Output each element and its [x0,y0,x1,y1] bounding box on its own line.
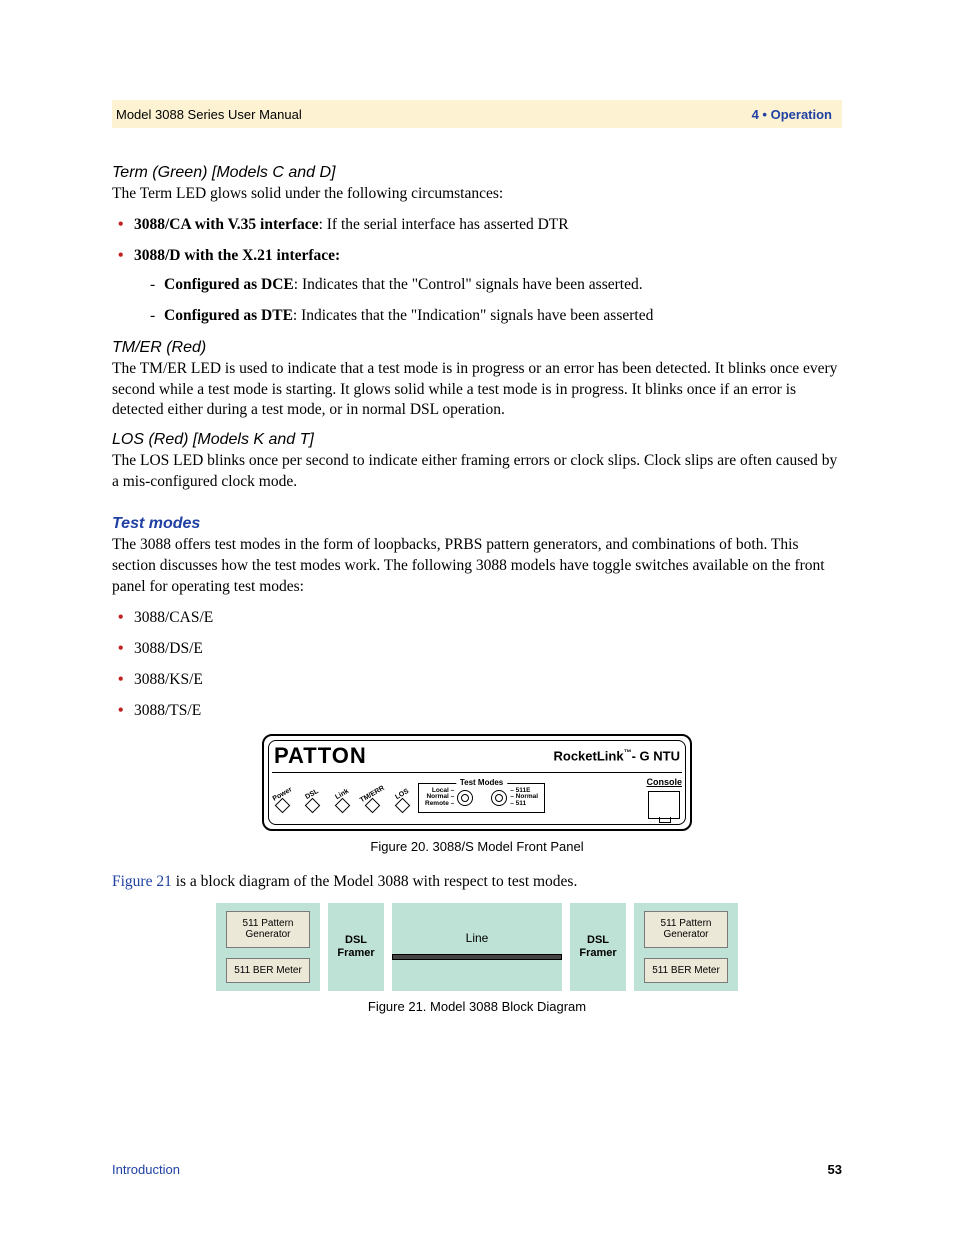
term-b1-bold: 3088/CA with V.35 interface [134,216,319,233]
led-dsl: DSL [302,791,322,811]
term-bullets: 3088/CA with V.35 interface: If the seri… [112,215,842,327]
list-item: 3088/DS/E [134,639,842,660]
dsl-left-label: DSL Framer [328,934,384,959]
header-right-text: 4 • Operation [752,107,832,122]
brand-logo: PATTON [274,743,367,769]
tmer-body: The TM/ER LED is used to indicate that a… [112,359,842,422]
testmodes-intro: The 3088 offers test modes in the form o… [112,535,842,598]
term-sub1-rest: : Indicates that the "Control" signals h… [294,276,643,293]
term-intro: The Term LED glows solid under the follo… [112,184,842,205]
term-b1-rest: : If the serial interface has asserted D… [319,216,569,233]
led-los: LOS [392,791,412,811]
testmodes-list: 3088/CAS/E 3088/DS/E 3088/KS/E 3088/TS/E [112,608,842,722]
console-label: Console [646,777,682,787]
heading-tmer: TM/ER (Red) [112,339,842,357]
gen-left-col: 511 Pattern Generator 511 BER Meter [216,903,320,992]
fig21-lead: Figure 21 is a block diagram of the Mode… [112,872,842,893]
los-body: The LOS LED blinks once per second to in… [112,451,842,493]
heading-testmodes: Test modes [112,515,842,533]
term-sub-1: Configured as DCE: Indicates that the "C… [164,275,842,296]
fig21-lead-rest: is a block diagram of the Model 3088 wit… [172,873,578,890]
led-power: Power [272,791,292,811]
dsl-right: DSL Framer [570,903,626,992]
rj45-port-icon [648,791,680,819]
box-pattern-gen-left: 511 Pattern Generator [226,911,310,948]
box-ber-right: 511 BER Meter [644,958,728,984]
sw-label: – 511 [510,801,538,808]
page-footer: Introduction 53 [112,1162,842,1177]
list-item: 3088/CAS/E [134,608,842,629]
product-name: RocketLink™- G NTU [553,748,680,763]
led-tmerr: TM/ERR [362,791,382,811]
console-group: Console [646,777,682,819]
figure-20: PATTON RocketLink™- G NTU Power DSL Link… [112,734,842,854]
header-left-text: Model 3088 Series User Manual [116,107,302,122]
switch-right-labels: – 511E – Normal – 511 [510,788,538,808]
box-pattern-gen-right: 511 Pattern Generator [644,911,728,948]
list-item: 3088/KS/E [134,670,842,691]
toggle-switch-icon [457,790,473,806]
term-sub2-rest: : Indicates that the "Indication" signal… [293,307,653,324]
term-bullet-1: 3088/CA with V.35 interface: If the seri… [134,215,842,236]
heading-term: Term (Green) [Models C and D] [112,164,842,182]
figure-21-link[interactable]: Figure 21 [112,873,172,890]
led-link: Link [332,791,352,811]
line-label: Line [466,931,489,945]
panel-divider [272,772,682,773]
led-row: Power DSL Link TM/ERR LOS [272,777,412,811]
page-number: 53 [828,1162,842,1177]
footer-section-link[interactable]: Introduction [112,1162,180,1177]
term-sub2-bold: Configured as DTE [164,307,293,324]
page: Model 3088 Series User Manual 4 • Operat… [0,0,954,1235]
term-sub1-bold: Configured as DCE [164,276,294,293]
heading-los: LOS (Red) [Models K and T] [112,431,842,449]
sw-label: Remote – [425,801,454,808]
gen-right-col: 511 Pattern Generator 511 BER Meter [634,903,738,992]
line-bar-icon [392,954,562,960]
panel-top-row: PATTON RocketLink™- G NTU [272,742,682,770]
switch-left-group: Local – Normal – Remote – [425,788,473,808]
figure-20-caption: Figure 20. 3088/S Model Front Panel [112,839,842,854]
testmodes-title: Test Modes [456,778,507,787]
box-ber-left: 511 BER Meter [226,958,310,984]
term-sublist: Configured as DCE: Indicates that the "C… [134,275,842,327]
term-b2-bold: 3088/D with the X.21 interface: [134,247,340,264]
list-item: 3088/TS/E [134,701,842,722]
block-diagram: 511 Pattern Generator 511 BER Meter DSL … [216,903,738,992]
front-panel: PATTON RocketLink™- G NTU Power DSL Link… [262,734,692,831]
switch-left-labels: Local – Normal – Remote – [425,788,454,808]
panel-bottom-row: Power DSL Link TM/ERR LOS Test Modes Loc… [272,777,682,819]
dsl-left: DSL Framer [328,903,384,992]
figure-21: 511 Pattern Generator 511 BER Meter DSL … [112,903,842,1015]
term-bullet-2: 3088/D with the X.21 interface: Configur… [134,246,842,327]
dsl-right-label: DSL Framer [570,934,626,959]
testmodes-box: Test Modes Local – Normal – Remote – – 5… [418,783,545,813]
term-sub-2: Configured as DTE: Indicates that the "I… [164,306,842,327]
line-col: Line [392,903,562,992]
page-header: Model 3088 Series User Manual 4 • Operat… [112,100,842,128]
switch-right-group: – 511E – Normal – 511 [491,788,538,808]
figure-21-caption: Figure 21. Model 3088 Block Diagram [112,999,842,1014]
toggle-switch-icon [491,790,507,806]
